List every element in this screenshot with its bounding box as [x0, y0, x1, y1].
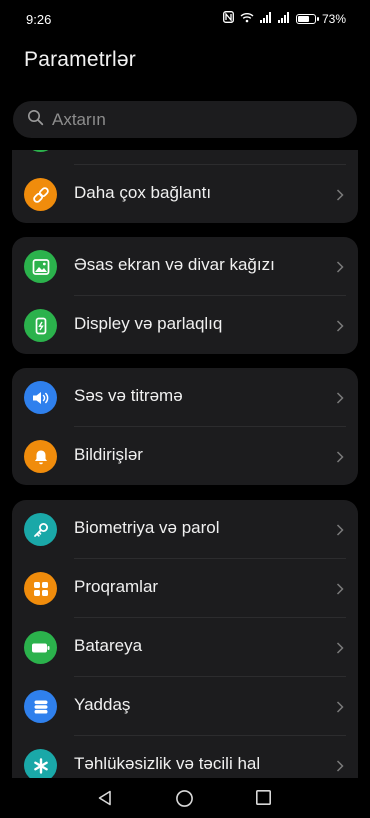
image-icon	[24, 250, 57, 283]
partial-green-icon	[24, 150, 57, 152]
settings-item-label: Biometriya və parol	[74, 518, 220, 537]
bell-icon	[24, 440, 57, 473]
chevron-right-icon	[336, 582, 344, 600]
settings-item-label: Səs və titrəmə	[74, 386, 183, 405]
wifi-icon	[240, 12, 254, 26]
search-input[interactable]: Axtarın	[13, 101, 357, 138]
signal-icon	[259, 11, 272, 26]
nfc-icon	[223, 11, 234, 26]
settings-item-label: Bildirişlər	[74, 445, 143, 464]
settings-item-label: Batareya	[74, 636, 143, 655]
settings-group-connections: Daha çox bağlantı	[12, 150, 358, 223]
chevron-right-icon	[336, 523, 344, 541]
settings-item-label: Yaddaş	[74, 695, 131, 714]
navigation-bar	[0, 778, 370, 818]
settings-item-sound-vibration[interactable]: Səs və titrəmə	[12, 368, 358, 426]
status-icons: 73%	[223, 11, 346, 26]
chevron-right-icon	[336, 319, 344, 337]
search-icon	[27, 109, 44, 131]
storage-icon	[24, 690, 57, 723]
settings-item-more-connections[interactable]: Daha çox bağlantı	[12, 165, 358, 223]
battery-percent: 73%	[321, 11, 346, 26]
settings-item-label: Proqramlar	[74, 577, 159, 596]
back-icon[interactable]	[96, 789, 114, 812]
settings-item-battery[interactable]: Batareya	[12, 618, 358, 676]
speaker-icon	[24, 381, 57, 414]
chevron-right-icon	[336, 260, 344, 278]
link-icon	[24, 178, 57, 211]
settings-item-display-brightness[interactable]: Displey və parlaqlıq	[12, 296, 358, 354]
signal-icon-2	[277, 11, 290, 26]
settings-item-security-emergency[interactable]: Təhlükəsizlik və təcili hal	[12, 736, 358, 778]
recents-icon[interactable]	[255, 789, 272, 811]
home-icon[interactable]	[175, 789, 194, 813]
settings-item-biometrics-password[interactable]: Biometriya və parol	[12, 500, 358, 558]
settings-item-storage[interactable]: Yaddaş	[12, 677, 358, 735]
chevron-right-icon	[336, 700, 344, 718]
status-time: 9:26	[26, 12, 52, 27]
phone-brightness-icon	[24, 309, 57, 342]
key-icon	[24, 513, 57, 546]
settings-group-sound: Səs və titrəmə Bildirişlər	[12, 368, 358, 485]
settings-item-home-wallpaper[interactable]: Əsas ekran və divar kağızı	[12, 237, 358, 295]
settings-list[interactable]: Daha çox bağlantı Əsas ekran və divar ka…	[0, 150, 370, 778]
chevron-right-icon	[336, 641, 344, 659]
chevron-right-icon	[336, 759, 344, 777]
chevron-right-icon	[336, 188, 344, 206]
asterisk-icon	[24, 749, 57, 778]
settings-item-label: Təhlükəsizlik və təcili hal	[74, 754, 261, 773]
search-placeholder: Axtarın	[52, 109, 106, 129]
page-title: Parametrlər	[24, 48, 136, 71]
settings-item-notifications[interactable]: Bildirişlər	[12, 427, 358, 485]
settings-item-label: Daha çox bağlantı	[74, 183, 212, 202]
status-bar: 9:26 73%	[0, 0, 370, 40]
settings-group-display: Əsas ekran və divar kağızı Displey və pa…	[12, 237, 358, 354]
settings-item-label: Displey və parlaqlıq	[74, 314, 223, 333]
settings-item-apps[interactable]: Proqramlar	[12, 559, 358, 617]
chevron-right-icon	[336, 391, 344, 409]
battery-icon	[295, 13, 319, 24]
chevron-right-icon	[336, 450, 344, 468]
settings-item-hidden[interactable]	[12, 150, 358, 164]
battery-icon	[24, 631, 57, 664]
settings-group-system: Biometriya və parol Proqramlar Batareya	[12, 500, 358, 778]
apps-grid-icon	[24, 572, 57, 605]
settings-item-label: Əsas ekran və divar kağızı	[74, 255, 275, 274]
